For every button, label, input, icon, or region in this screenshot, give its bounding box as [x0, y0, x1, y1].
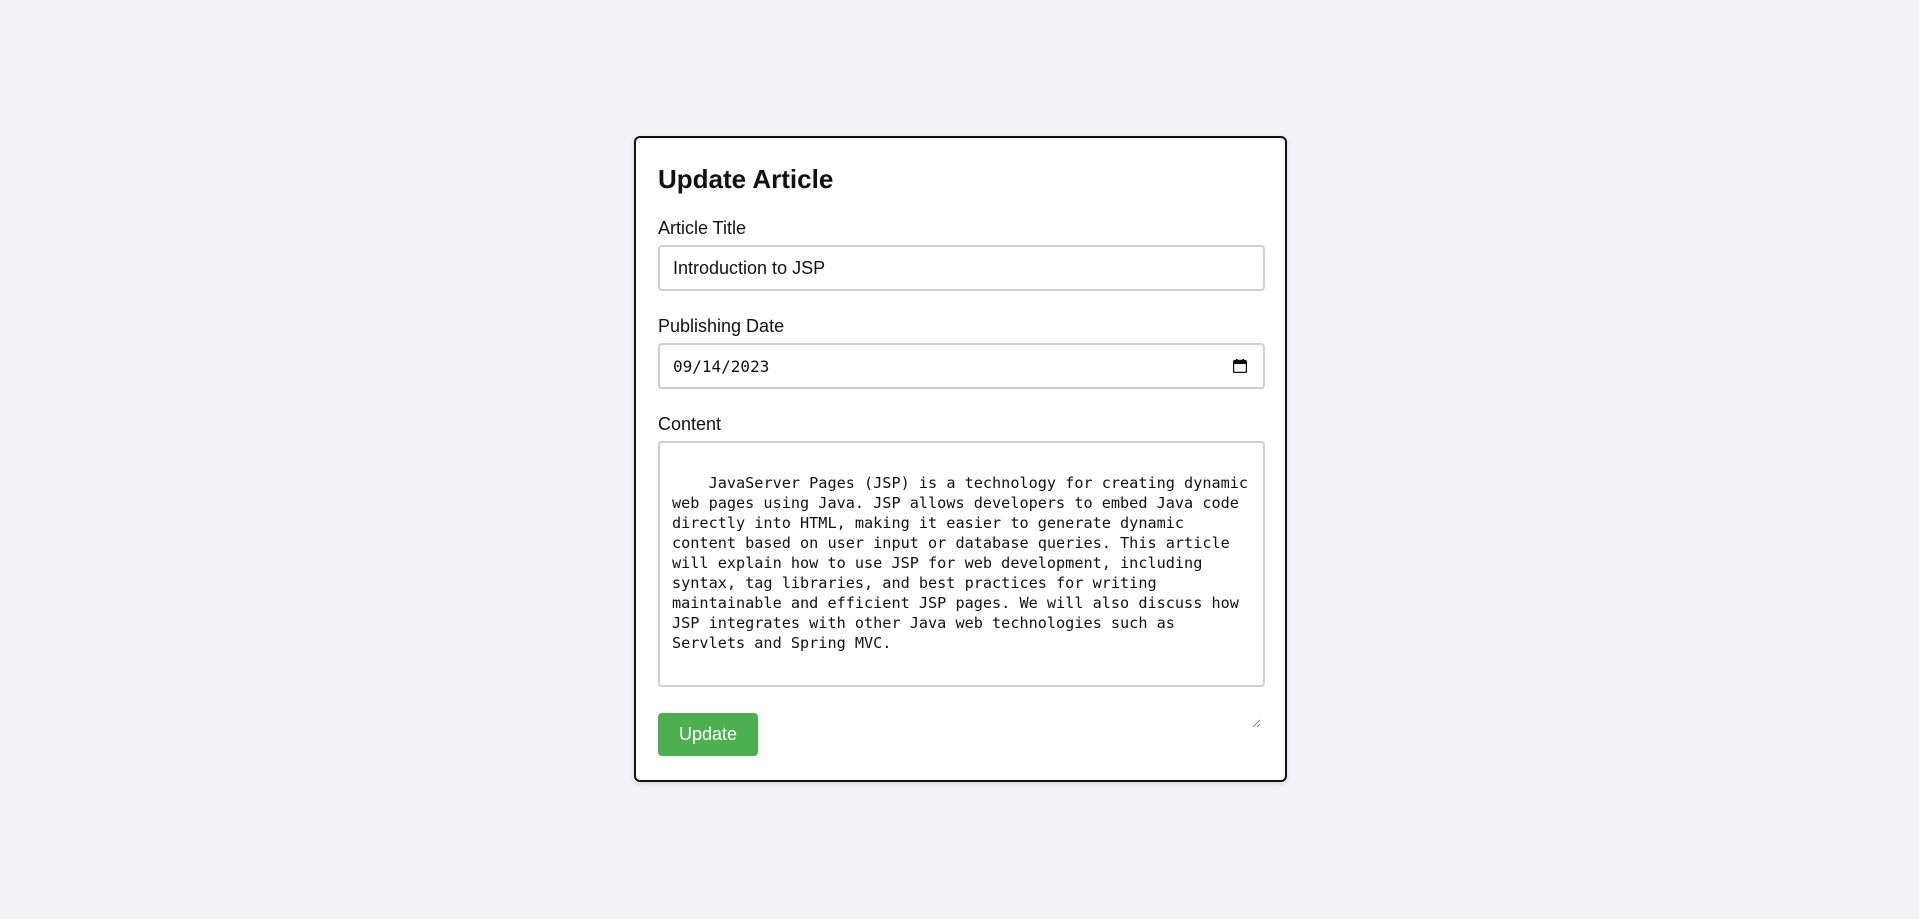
publishing-date-label: Publishing Date [658, 316, 785, 336]
content-textarea[interactable]: JavaServer Pages (JSP) is a technology f… [658, 441, 1265, 728]
publishing-date-value[interactable]: 09/14/2023 [673, 357, 769, 376]
article-title-label: Article Title [658, 218, 747, 238]
article-title-input[interactable] [673, 257, 1250, 279]
publishing-date-field[interactable]: 09/14/2023 [658, 343, 1265, 389]
resize-grip-icon[interactable] [1251, 673, 1261, 728]
update-article-card: Update Article Article Title Publishing … [634, 136, 1287, 782]
update-button[interactable]: Update [658, 713, 758, 756]
calendar-icon[interactable] [1230, 356, 1250, 376]
page-title: Update Article [658, 164, 834, 194]
content-label: Content [658, 414, 722, 434]
content-text[interactable]: JavaServer Pages (JSP) is a technology f… [672, 474, 1257, 652]
article-title-field[interactable] [658, 245, 1265, 291]
